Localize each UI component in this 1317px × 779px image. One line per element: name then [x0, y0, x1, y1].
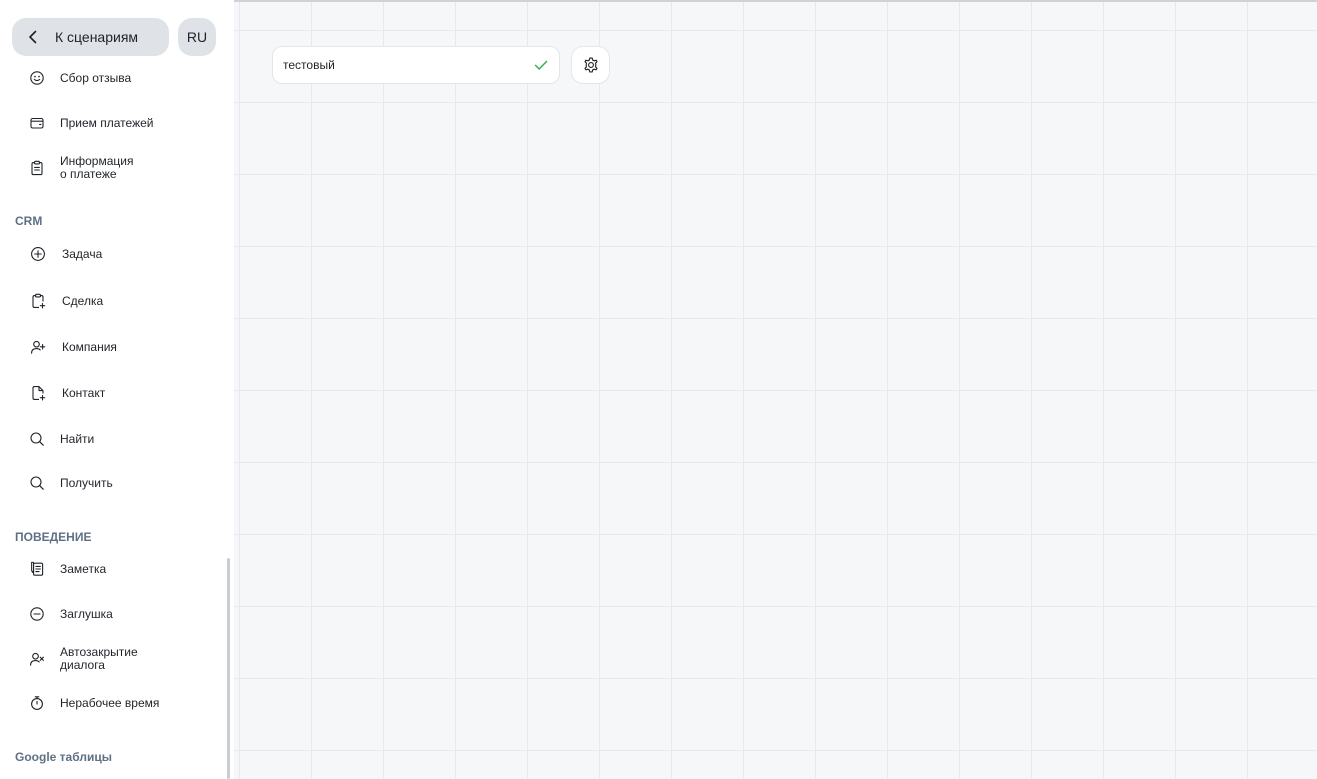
scenario-canvas[interactable] [234, 2, 1317, 779]
sidebar-item-payments[interactable]: Прием платежей [28, 114, 153, 132]
section-title-crm: CRM [15, 214, 43, 228]
smile-icon [28, 69, 46, 87]
sidebar-item-task[interactable]: Задача [29, 245, 102, 263]
file-plus-icon [29, 384, 47, 402]
scenario-name-field [272, 46, 560, 84]
sidebar-item-get[interactable]: Получить [28, 474, 113, 492]
clipboard-plus-icon [29, 292, 47, 310]
back-to-scenarios-button[interactable]: К сценариям [12, 18, 169, 56]
section-title-google-sheets: Google таблицы [15, 750, 112, 764]
search-icon [28, 474, 46, 492]
sidebar-item-label: Заглушка [60, 606, 113, 621]
sidebar-item-contact[interactable]: Контакт [29, 384, 105, 402]
clipboard-icon [28, 159, 46, 177]
plus-circle-icon [29, 245, 47, 263]
sidebar-scrollbar[interactable] [227, 558, 230, 779]
sidebar-item-find[interactable]: Найти [28, 430, 94, 448]
scenario-settings-button[interactable] [571, 46, 610, 84]
sidebar-item-label: Заметка [60, 561, 107, 576]
sidebar-item-feedback[interactable]: Сбор отзыва [28, 69, 131, 87]
sidebar-item-stub[interactable]: Заглушка [28, 605, 113, 623]
search-icon [28, 430, 46, 448]
sidebar-item-label: Автозакрытие диалога [60, 645, 138, 672]
sidebar-item-label: Найти [60, 431, 95, 446]
scenario-name-input[interactable] [283, 58, 533, 72]
stopwatch-icon [28, 694, 46, 712]
sidebar-item-deal[interactable]: Сделка [29, 292, 103, 310]
sidebar-item-label: Прием платежей [60, 115, 154, 130]
sidebar-item-autoclose[interactable]: Автозакрытие диалога [28, 646, 138, 672]
user-x-icon [28, 650, 46, 668]
top-divider [234, 0, 1317, 2]
sidebar-item-off-hours[interactable]: Нерабочее время [28, 694, 159, 712]
back-button-label: К сценариям [55, 29, 139, 45]
chevron-left-icon [26, 30, 40, 44]
sidebar-item-label: Сделка [62, 293, 104, 308]
sidebar-item-payment-info[interactable]: Информация о платеже [28, 155, 133, 181]
sidebar: К сценариям RU Сбор отзыва Прием платеже… [0, 0, 234, 779]
sidebar-item-label: Сбор отзыва [60, 70, 132, 85]
sidebar-item-label: Информация о платеже [60, 154, 134, 181]
wallet-icon [28, 114, 46, 132]
app-root: К сценариям RU Сбор отзыва Прием платеже… [0, 0, 1317, 779]
language-button[interactable]: RU [178, 18, 216, 56]
check-icon[interactable] [533, 57, 549, 73]
sidebar-item-company[interactable]: Компания [29, 338, 117, 356]
sidebar-item-label: Нерабочее время [60, 695, 160, 710]
section-title-behavior: ПОВЕДЕНИЕ [15, 530, 92, 544]
sidebar-item-label: Получить [60, 475, 113, 490]
sidebar-item-note[interactable]: Заметка [28, 560, 106, 578]
sidebar-item-label: Контакт [62, 385, 106, 400]
gear-icon [582, 56, 600, 74]
sidebar-item-label: Компания [62, 339, 117, 354]
sidebar-item-label: Задача [62, 246, 103, 261]
note-icon [28, 560, 46, 578]
minus-circle-icon [28, 605, 46, 623]
user-plus-icon [29, 338, 47, 356]
